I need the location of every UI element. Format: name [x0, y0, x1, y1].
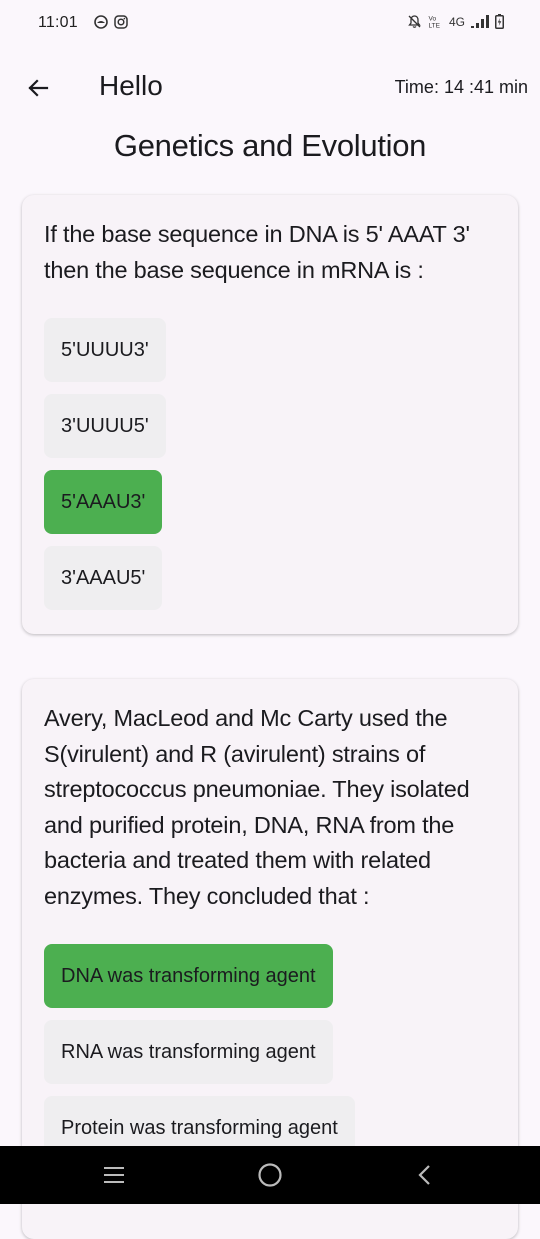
header-title: Hello: [99, 70, 163, 101]
question-text: If the base sequence in DNA is 5' AAAT 3…: [44, 221, 470, 283]
options-list: 5'UUUU3' 3'UUUU5' 5'AAAU3' 3'AAAU5': [44, 318, 496, 610]
option-button[interactable]: 3'AAAU5': [44, 546, 163, 610]
network-type-label: 4G: [448, 14, 465, 29]
instagram-icon: [114, 15, 128, 34]
question-text: Avery, MacLeod and Mc Carty used the S(v…: [44, 705, 470, 909]
system-navigation-bar: [0, 1146, 540, 1204]
page-title: Genetics and Evolution: [113, 128, 427, 163]
recent-apps-icon: [104, 1167, 124, 1183]
option-button-selected[interactable]: DNA was transforming agent: [44, 944, 333, 1008]
status-left-icons: [94, 15, 128, 34]
arrow-left-icon: [28, 79, 49, 97]
svg-text:Vo: Vo: [428, 16, 436, 23]
question-card-1: If the base sequence in DNA is 5' AAAT 3…: [22, 195, 518, 634]
option-button-selected[interactable]: 5'AAAU3': [44, 470, 163, 534]
svg-text:LTE: LTE: [428, 23, 440, 30]
system-back-button[interactable]: [410, 1160, 440, 1190]
battery-icon: [495, 14, 504, 29]
notification-app-icon: [94, 15, 108, 34]
back-button[interactable]: [22, 72, 54, 104]
home-icon: [258, 1163, 282, 1187]
option-button[interactable]: RNA was transforming agent: [44, 1020, 333, 1084]
recent-apps-button[interactable]: [99, 1160, 129, 1190]
options-list: DNA was transforming agent RNA was trans…: [44, 944, 496, 1160]
mute-icon: [407, 14, 422, 29]
signal-icon: [471, 15, 489, 28]
quiz-timer: Time: 14 :41 min: [394, 77, 528, 97]
option-button[interactable]: 3'UUUU5': [44, 394, 166, 458]
status-right-icons: Vo LTE 4G: [407, 14, 504, 29]
nav-back-icon: [418, 1165, 430, 1185]
status-bar: 11:01 Vo LTE 4G: [0, 0, 540, 50]
home-button[interactable]: [255, 1160, 285, 1190]
option-button[interactable]: 5'UUUU3': [44, 318, 166, 382]
status-time: 11:01: [38, 14, 78, 31]
volte-icon: Vo LTE: [428, 14, 443, 30]
